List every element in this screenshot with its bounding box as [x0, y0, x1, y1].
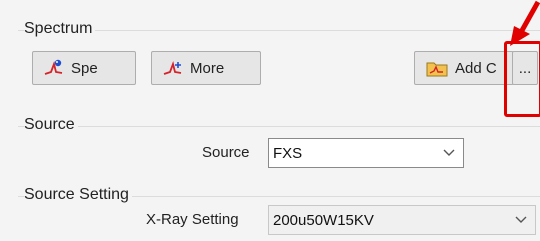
red-arrow-icon — [510, 0, 540, 46]
spe-button[interactable]: Spe — [32, 51, 136, 85]
settings-panel: Spectrum Spe More Add C ... Source Sourc… — [0, 0, 540, 241]
source-field-label: Source — [202, 144, 250, 161]
xray-setting-select[interactable]: 200u50W15KV — [268, 205, 536, 235]
xray-setting-value: 200u50W15KV — [273, 211, 374, 229]
ellipsis-button[interactable]: ... — [512, 51, 538, 85]
add-button-label: Add C — [455, 59, 497, 77]
group-divider — [18, 30, 540, 31]
spectrum-group-title: Spectrum — [24, 20, 96, 38]
source-group-title: Source — [24, 116, 78, 134]
spectrum-icon — [44, 59, 63, 75]
spe-button-label: Spe — [71, 59, 98, 77]
more-button[interactable]: More — [151, 51, 261, 85]
source-select[interactable]: FXS — [268, 138, 464, 168]
chevron-down-icon — [507, 216, 535, 224]
ellipsis-button-label: ... — [518, 59, 532, 77]
folder-chart-icon — [426, 62, 448, 77]
chevron-down-icon — [435, 149, 463, 157]
more-icon — [163, 60, 182, 75]
group-divider — [18, 126, 540, 127]
more-button-label: More — [190, 59, 225, 77]
source-select-value: FXS — [273, 144, 303, 162]
add-button[interactable]: Add C — [414, 51, 514, 85]
source-setting-group-title: Source Setting — [24, 186, 132, 204]
xray-setting-label: X-Ray Setting — [146, 211, 239, 228]
